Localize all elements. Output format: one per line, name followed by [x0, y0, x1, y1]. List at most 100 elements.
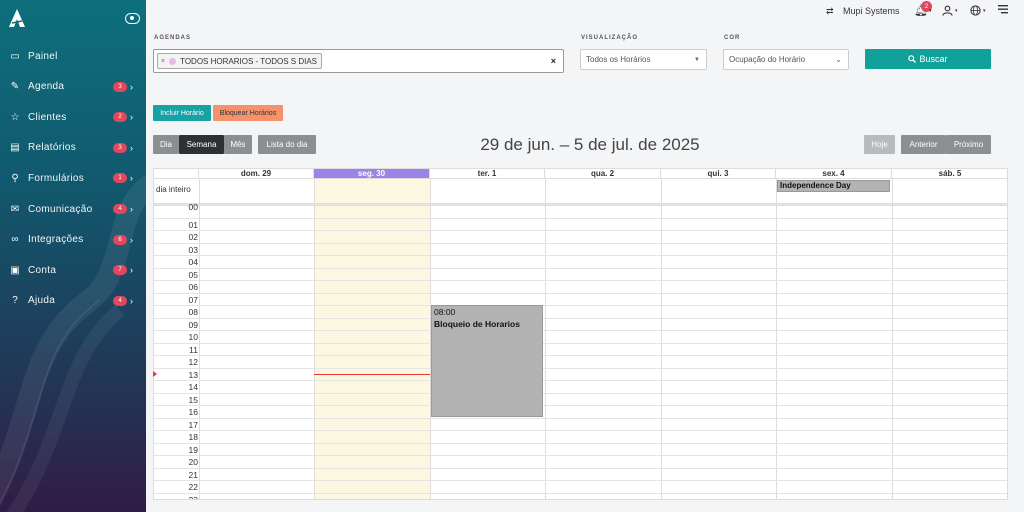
hour-label: 04 [188, 257, 198, 267]
view-lista-button[interactable]: Lista do dia [258, 135, 316, 154]
count-badge: 6 [113, 234, 127, 245]
bloquear-horarios-button[interactable]: Bloquear Horários [213, 105, 283, 121]
sidebar-item[interactable]: ⚲ Formulários 1 › [0, 167, 146, 189]
user-menu[interactable]: ▾ [942, 5, 958, 16]
week-calendar[interactable]: dom. 29 seg. 30 ter. 1 qua. 2 qui. 3 sex. 4 sá… [153, 168, 1008, 500]
search-icon [908, 55, 917, 63]
company-switcher[interactable]: Mupi Systems [843, 6, 900, 16]
proximo-button[interactable]: Próximo [946, 135, 991, 154]
agenda-chip: × TODOS HORARIOS - TODOS S DIAS [157, 53, 323, 69]
day-header[interactable]: qui. 3 [661, 169, 776, 179]
hour-line [154, 355, 1007, 356]
view-dia-button[interactable]: Dia [153, 135, 179, 154]
hour-label: 20 [188, 457, 198, 467]
count-badge: 4 [113, 295, 127, 306]
hour-line [154, 492, 1007, 494]
sidebar-item[interactable]: ✉ Comunicação 4 › [0, 198, 146, 220]
event-title: Bloqueio de Horarios [434, 319, 520, 329]
hour-label: 14 [188, 382, 198, 392]
anterior-button[interactable]: Anterior [901, 135, 946, 154]
hour-label: 17 [188, 419, 198, 430]
chevron-down-icon: ▾ [983, 7, 986, 14]
hour-label: 01 [188, 219, 198, 230]
agendas-select[interactable]: × TODOS HORARIOS - TODOS S DIAS × [153, 49, 564, 73]
star-icon: ☆ [10, 111, 20, 123]
remove-chip-icon[interactable]: × [161, 58, 165, 65]
view-semana-button[interactable]: Semana [179, 135, 224, 154]
hour-label: 10 [188, 332, 198, 342]
event-time: 08:00 [434, 307, 456, 317]
sidebar-item[interactable]: ? Ajuda 4 › [0, 290, 146, 312]
day-header[interactable]: sex. 4 [776, 169, 892, 179]
sidebar-item[interactable]: ▭ Painel [0, 45, 146, 67]
hour-label: 06 [188, 282, 198, 292]
column-divider [314, 179, 315, 499]
chevron-right-icon: › [130, 265, 133, 276]
chevron-down-icon: ⌄ [835, 55, 842, 64]
allday-event[interactable]: Independence Day [777, 180, 890, 192]
hour-label: 12 [188, 357, 198, 367]
globe-icon [970, 5, 981, 16]
incluir-horario-button[interactable]: Incluir Horário [153, 105, 211, 121]
allday-label: dia inteiro [156, 185, 191, 194]
visualizacao-select[interactable]: Todos os Horários ▼ [580, 49, 707, 70]
visualizacao-value: Todos os Horários [586, 55, 651, 64]
buscar-button[interactable]: Buscar [865, 49, 991, 69]
sidebar: ▭ Painel ✎ Agenda 3 › ☆ Clientes 2 › ▤ Relatórios 3 ›… [0, 0, 146, 512]
sidebar-item-label: Formulários [28, 172, 85, 184]
hour-line [154, 380, 1007, 381]
event-block[interactable]: 08:00 Bloqueio de Horarios [431, 305, 543, 417]
view-mes-button[interactable]: Mês [224, 135, 252, 154]
hour-label: 09 [188, 319, 198, 330]
hour-label: 03 [188, 244, 198, 255]
sidebar-item[interactable]: ∞ Integrações 6 › [0, 229, 146, 251]
day-header[interactable]: qua. 2 [545, 169, 661, 179]
day-header[interactable]: seg. 30 [314, 169, 430, 179]
hour-label: 02 [188, 232, 198, 242]
hour-label: 18 [188, 432, 198, 442]
sidebar-item[interactable]: ☆ Clientes 2 › [0, 106, 146, 128]
sidebar-item[interactable]: ▤ Relatórios 3 › [0, 137, 146, 159]
chevron-right-icon: › [130, 295, 133, 306]
day-header[interactable]: sáb. 5 [892, 169, 1007, 179]
sidebar-item-label: Integrações [28, 234, 84, 246]
today-column [314, 179, 430, 499]
count-badge: 4 [113, 204, 127, 214]
sidebar-item-label: Comunicação [28, 203, 93, 215]
brand-logo[interactable] [8, 8, 26, 28]
count-badge: 3 [113, 81, 127, 92]
hour-line [154, 317, 1007, 319]
language-menu[interactable]: ▾ [970, 5, 986, 16]
chevron-down-icon: ▾ [955, 7, 958, 14]
count-badge: 7 [113, 265, 127, 276]
sidebar-item[interactable]: ✎ Agenda 3 › [0, 76, 146, 98]
now-indicator-line [314, 374, 430, 376]
buscar-label: Buscar [919, 54, 948, 64]
sidebar-item[interactable]: ▣ Conta 7 › [0, 259, 146, 281]
hour-label: 23 [188, 494, 198, 500]
hour-label: 05 [188, 269, 198, 280]
user-icon [942, 5, 953, 16]
edit-icon: ✎ [10, 81, 20, 93]
day-header[interactable]: dom. 29 [199, 169, 314, 179]
menu-icon[interactable] [998, 5, 1008, 14]
sidebar-item-label: Clientes [28, 111, 67, 123]
clear-icon[interactable]: × [551, 56, 556, 66]
hour-label: 15 [188, 394, 198, 405]
hour-label: 11 [189, 344, 198, 355]
hour-line [154, 255, 1007, 256]
hour-line [154, 392, 1007, 394]
chevron-right-icon: › [130, 173, 133, 184]
cor-select[interactable]: Ocupação do Horário ⌄ [723, 49, 849, 70]
hoje-button[interactable]: Hoje [864, 135, 895, 154]
toggle-sidebar-icon[interactable] [125, 13, 140, 24]
hour-line [154, 417, 1007, 419]
chevron-right-icon: › [130, 81, 133, 92]
header-gutter [154, 169, 199, 179]
count-badge: 2 [113, 112, 127, 123]
hour-line [154, 242, 1007, 244]
day-header[interactable]: ter. 1 [430, 169, 545, 179]
hour-label: 07 [188, 294, 198, 305]
hour-label: 16 [188, 407, 198, 417]
switch-account-icon[interactable]: ⇄ [826, 6, 834, 17]
